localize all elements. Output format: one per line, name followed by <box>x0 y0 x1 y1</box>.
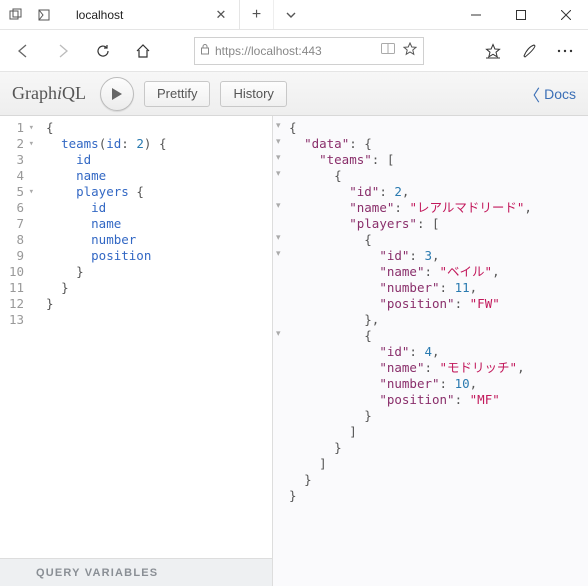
new-tab-button[interactable]: + <box>240 0 274 29</box>
window-maximize-button[interactable] <box>498 0 543 29</box>
forward-button[interactable] <box>46 34 80 68</box>
result-code[interactable]: { "data": { "teams": [ { "id": 2, "name"… <box>273 116 588 504</box>
tabs-dropdown-icon[interactable] <box>274 0 308 29</box>
query-code[interactable]: { teams(id: 2) { id name players { id na… <box>32 120 272 558</box>
browser-titlebar: localhost ✕ + <box>0 0 588 30</box>
back-button[interactable] <box>6 34 40 68</box>
url-input[interactable] <box>215 44 375 58</box>
history-button[interactable]: History <box>220 81 286 107</box>
query-gutter: 12345678910111213 <box>0 120 32 558</box>
result-pane: ▾▾▾▾▾▾▾▾ { "data": { "teams": [ { "id": … <box>273 116 588 586</box>
graphiql-toolbar: GraphiQL Prettify History 〈 Docs <box>0 72 588 116</box>
favorite-star-icon[interactable] <box>401 42 419 59</box>
tab-title: localhost <box>76 8 213 22</box>
set-aside-icon[interactable] <box>34 5 54 25</box>
browser-tab[interactable]: localhost ✕ <box>60 0 240 29</box>
editor-area: 12345678910111213 { teams(id: 2) { id na… <box>0 116 588 586</box>
tab-close-icon[interactable]: ✕ <box>213 7 229 23</box>
execute-button[interactable] <box>100 77 134 111</box>
prettify-button[interactable]: Prettify <box>144 81 210 107</box>
result-gutter: ▾▾▾▾▾▾▾▾ <box>273 116 287 586</box>
query-variables-bar[interactable]: QUERY VARIABLES <box>0 558 272 586</box>
reading-view-icon[interactable] <box>379 43 397 58</box>
graphiql-logo: GraphiQL <box>12 83 86 104</box>
tab-actions-icon[interactable] <box>6 5 26 25</box>
query-editor[interactable]: 12345678910111213 { teams(id: 2) { id na… <box>0 116 272 558</box>
chevron-left-icon: 〈 <box>524 82 540 106</box>
notes-icon[interactable] <box>512 34 546 68</box>
lock-icon <box>199 43 211 58</box>
window-close-button[interactable] <box>543 0 588 29</box>
address-bar[interactable] <box>194 37 424 65</box>
query-pane: 12345678910111213 { teams(id: 2) { id na… <box>0 116 273 586</box>
more-menu-icon[interactable] <box>548 34 582 68</box>
docs-toggle[interactable]: 〈 Docs <box>524 82 576 106</box>
home-button[interactable] <box>126 34 160 68</box>
window-minimize-button[interactable] <box>453 0 498 29</box>
browser-navbar <box>0 30 588 72</box>
favorites-hub-icon[interactable] <box>476 34 510 68</box>
refresh-button[interactable] <box>86 34 120 68</box>
